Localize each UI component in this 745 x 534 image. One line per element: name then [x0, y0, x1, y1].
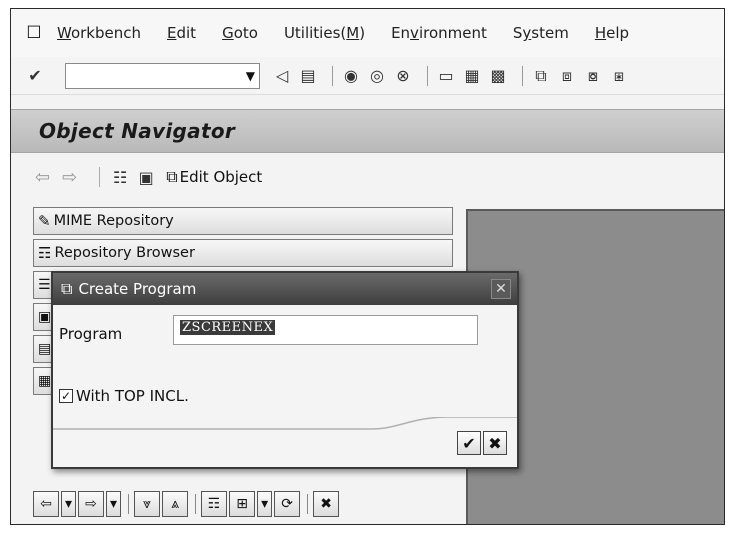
menu-utilities[interactable]: Utilities(M) — [284, 24, 365, 42]
page-title: Object Navigator — [39, 119, 236, 143]
toolbar-divider — [195, 494, 197, 514]
nav-mime-repository[interactable]: ✎ MIME Repository — [33, 207, 453, 235]
navigator-bottom-toolbar: ⇦ ▾ ⇨ ▾ ⩔ ⩓ ☶ ⊞ ▾ ⟳ ✖ — [33, 489, 341, 519]
toolbar-divider — [332, 65, 333, 86]
tree-icon: ☶ — [38, 244, 52, 262]
previous-page-icon[interactable]: ⧈ — [557, 66, 577, 86]
create-icon: ⧉ — [61, 279, 73, 298]
nav-icon: ☰ — [38, 277, 51, 293]
toolbar-divider — [128, 494, 130, 514]
dialog-title-bar[interactable]: ⧉ Create Program ✕ — [53, 273, 517, 305]
back-icon[interactable]: ◉ — [341, 66, 361, 86]
dialog-body: Program ZSCREENEX ✓ With TOP INCL. ✔ ✖ — [53, 305, 517, 467]
checkbox-checked-icon[interactable]: ✓ — [59, 389, 73, 403]
app-menu-icon[interactable]: ☐ — [23, 22, 45, 44]
nav-repository-browser[interactable]: ☶ Repository Browser — [33, 239, 453, 267]
title-bar: Object Navigator — [11, 109, 724, 153]
edit-object-button[interactable]: ⧉ Edit Object — [166, 167, 262, 187]
dropdown-icon[interactable]: ▾ — [61, 491, 77, 517]
cancel-button[interactable]: ✖ — [483, 431, 507, 455]
application-toolbar: ⇦ ⇨ ☷ ▣ ⧉ Edit Object — [11, 157, 724, 197]
dropdown-icon[interactable]: ▾ — [257, 491, 273, 517]
with-top-incl-label: With TOP INCL. — [76, 387, 189, 405]
print-icon[interactable]: ▭ — [436, 66, 456, 86]
program-input-value: ZSCREENEX — [180, 320, 276, 335]
with-top-incl-checkbox[interactable]: ✓ With TOP INCL. — [59, 387, 189, 405]
menu-environment[interactable]: Environment — [391, 24, 487, 42]
program-input[interactable]: ZSCREENEX — [173, 315, 478, 345]
nav-icon: ▣ — [38, 309, 52, 325]
dialog-actions: ✔ ✖ — [455, 431, 507, 455]
menu-bar: ☐ Workbench Edit Goto Utilities(M) Envir… — [11, 9, 724, 57]
close-icon[interactable]: ✕ — [491, 279, 511, 299]
toolbar-divider — [99, 167, 101, 187]
edit-object-icon: ⧉ — [166, 167, 178, 186]
enter-icon[interactable]: ✔ — [25, 66, 45, 86]
next-page-icon[interactable]: ⧇ — [583, 66, 603, 86]
program-label: Program — [59, 325, 123, 343]
mime-icon: ✎ — [38, 212, 51, 230]
chevron-down-icon[interactable]: ▼ — [246, 69, 255, 83]
menu-help[interactable]: Help — [595, 24, 629, 42]
info-icon[interactable]: ▣ — [136, 167, 156, 187]
save-icon[interactable]: ▤ — [298, 66, 318, 86]
nav-icon: ▤ — [38, 341, 52, 357]
previous-object-icon[interactable]: ⇦ — [33, 491, 59, 517]
nav-icon: ▦ — [38, 373, 52, 389]
next-object-icon[interactable]: ⇨ — [78, 491, 105, 517]
first-page-icon[interactable]: ⧉ — [531, 66, 551, 86]
find-next-icon[interactable]: ▩ — [488, 66, 508, 86]
dialog-title: Create Program — [78, 280, 197, 298]
confirm-button[interactable]: ✔ — [457, 431, 481, 455]
menu-system[interactable]: System — [513, 24, 569, 42]
close-icon[interactable]: ✖ — [313, 491, 340, 517]
arrow-left-icon[interactable]: ⇦ — [35, 167, 50, 188]
standard-toolbar: ✔ ▼ ◁ ▤ ◉ ◎ ⊗ ▭ ▦ ▩ ⧉ ⧈ ⧇ ⧆ — [11, 57, 724, 95]
toolbar-divider — [427, 65, 428, 86]
hierarchy-icon[interactable]: ☶ — [201, 491, 228, 517]
exit-icon[interactable]: ◎ — [367, 66, 387, 86]
hierarchy-icon[interactable]: ☷ — [110, 167, 130, 187]
dropdown-icon[interactable]: ▾ — [106, 491, 122, 517]
cancel-icon[interactable]: ⊗ — [393, 66, 413, 86]
menu-workbench[interactable]: Workbench — [57, 24, 141, 42]
last-page-icon[interactable]: ⧆ — [609, 66, 629, 86]
create-program-dialog: ⧉ Create Program ✕ Program ZSCREENEX ✓ W… — [51, 271, 519, 469]
toolbar-divider — [522, 65, 523, 86]
sap-window: ☐ Workbench Edit Goto Utilities(M) Envir… — [10, 8, 725, 525]
display-list-icon[interactable]: ⊞ — [229, 491, 256, 517]
collapse-icon[interactable]: ⩔ — [134, 491, 161, 517]
command-field[interactable]: ▼ — [65, 62, 260, 89]
nav-item-label: MIME Repository — [53, 213, 174, 229]
edit-object-label: Edit Object — [179, 168, 263, 186]
toolbar-divider — [307, 494, 309, 514]
back-arrow-icon[interactable]: ◁ — [272, 66, 292, 86]
menu-edit[interactable]: Edit — [167, 24, 196, 42]
dialog-footer-divider — [53, 417, 517, 430]
refresh-icon[interactable]: ⟳ — [274, 491, 301, 517]
expand-icon[interactable]: ⩓ — [162, 491, 189, 517]
find-icon[interactable]: ▦ — [462, 66, 482, 86]
arrow-right-icon[interactable]: ⇨ — [62, 167, 77, 188]
nav-item-label: Repository Browser — [54, 245, 195, 261]
menu-goto[interactable]: Goto — [222, 24, 258, 42]
